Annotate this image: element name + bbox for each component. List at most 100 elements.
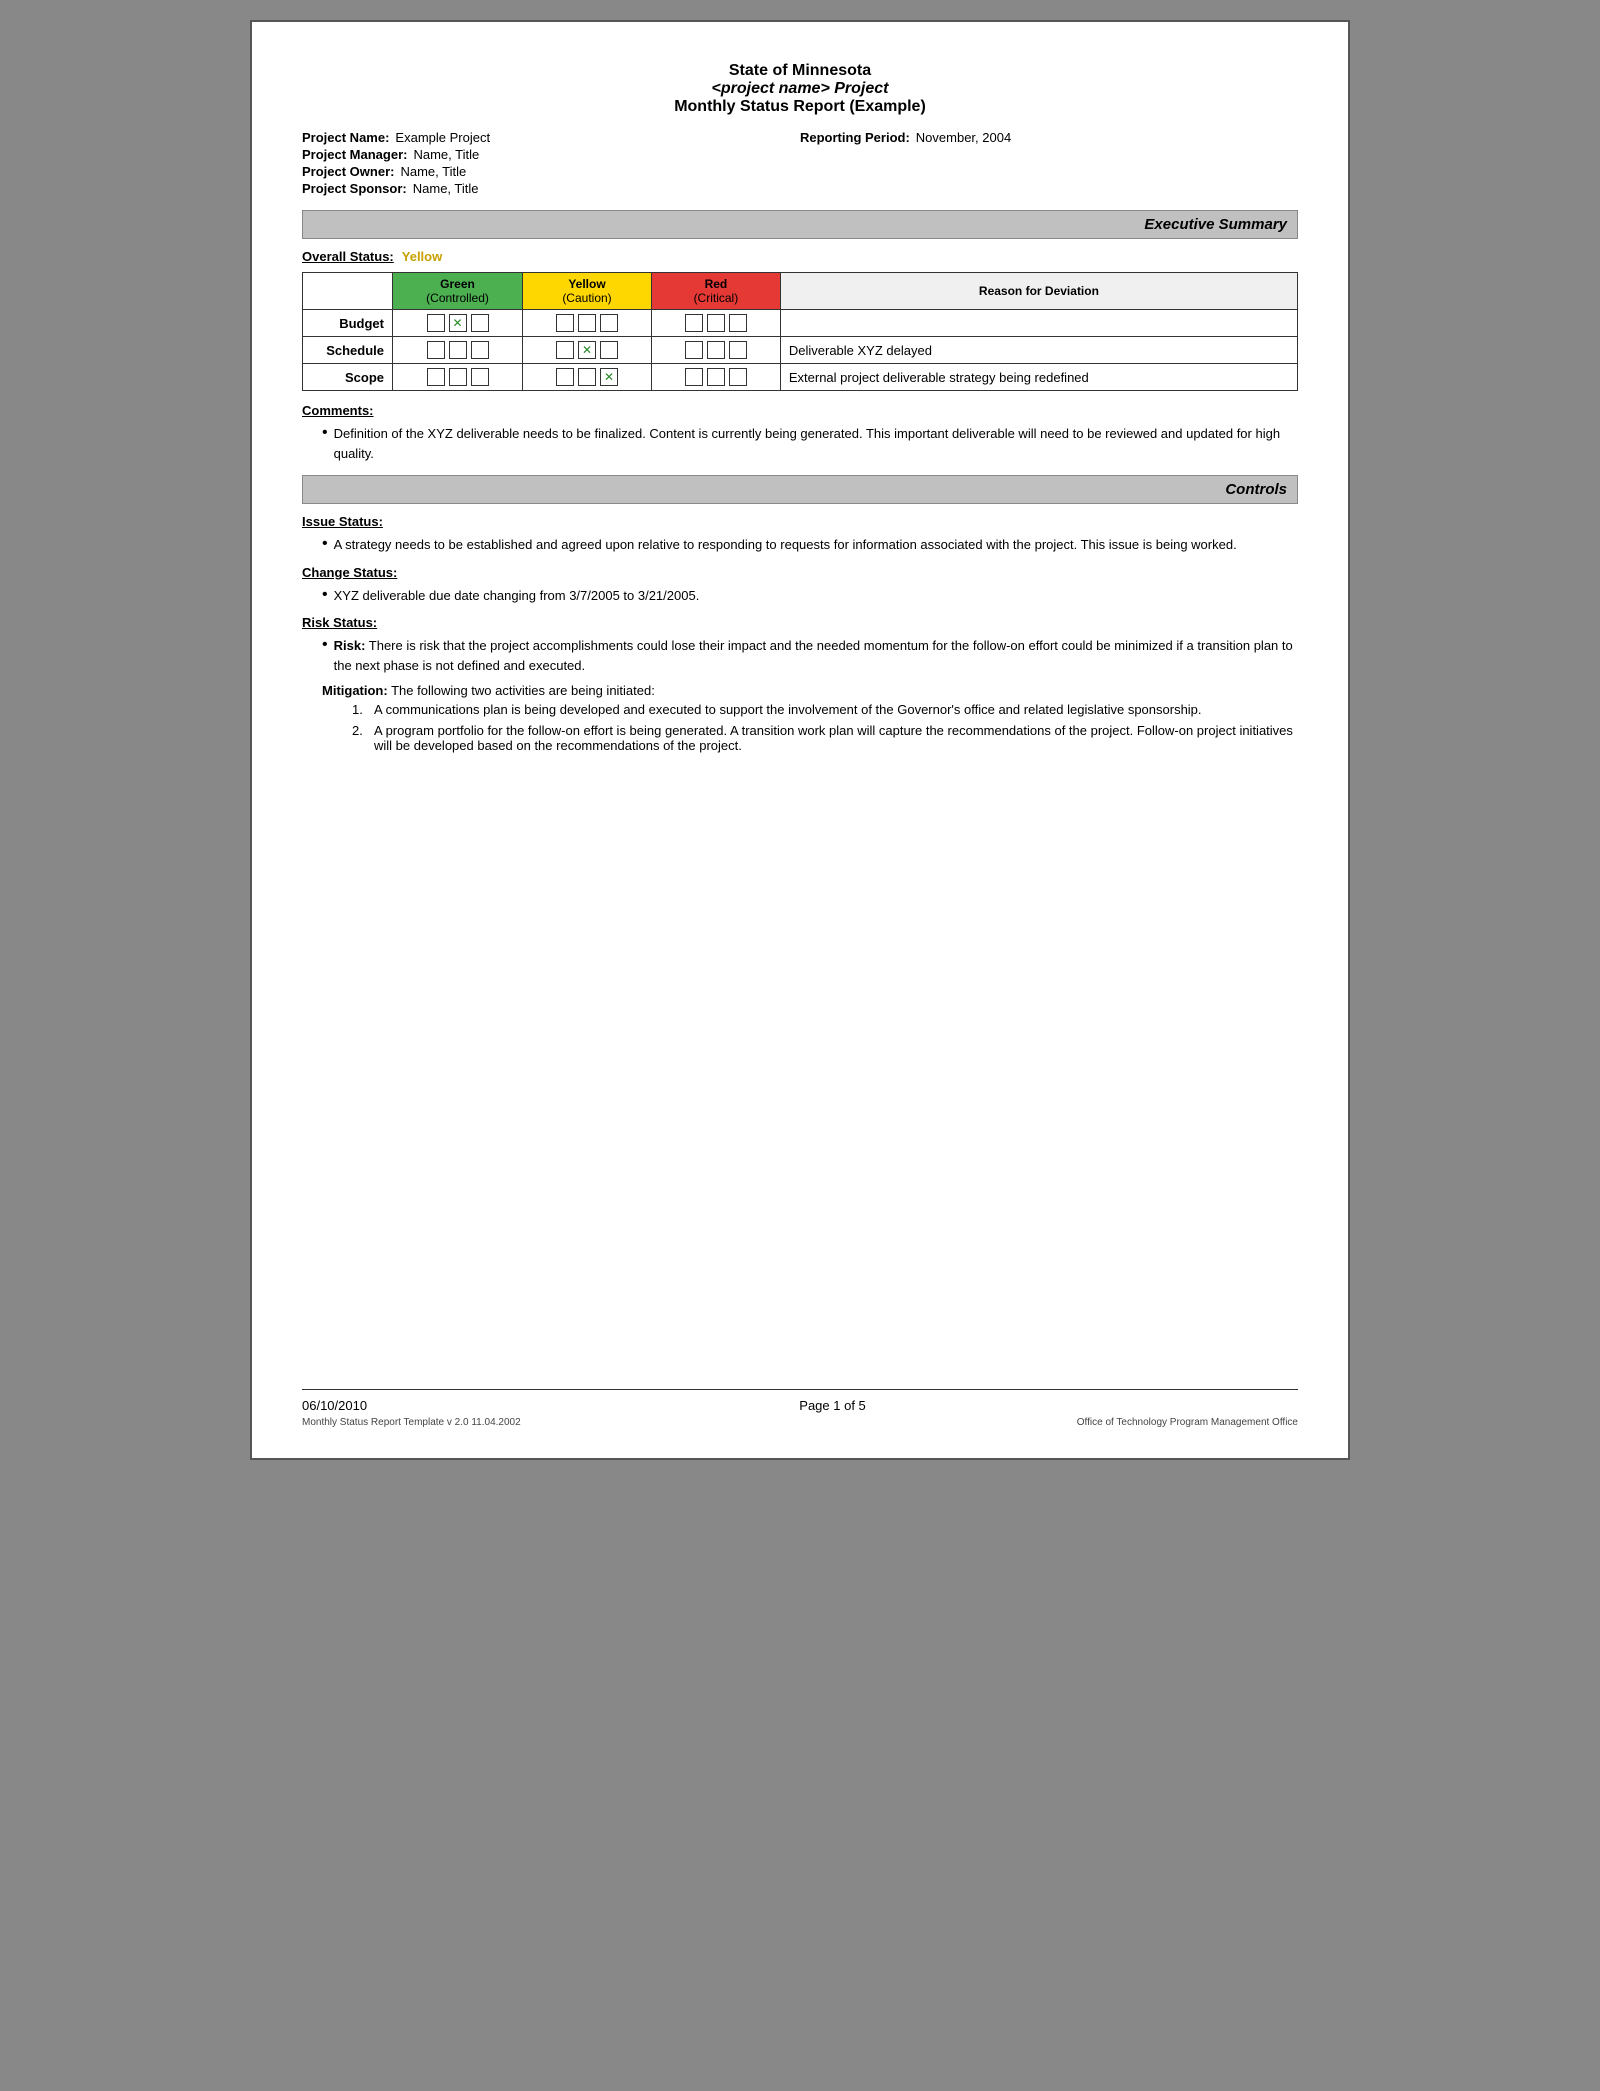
row-label-budget: Budget	[303, 310, 393, 337]
budget-reason	[780, 310, 1297, 337]
mitigation-text-2: A program portfolio for the follow-on ef…	[374, 723, 1298, 753]
budget-yellow-cells	[523, 310, 652, 337]
footer-main: 06/10/2010 Page 1 of 5	[302, 1398, 1298, 1413]
comments-section: Comments: • Definition of the XYZ delive…	[302, 403, 1298, 463]
scope-green-cells	[393, 364, 523, 391]
schedule-yellow-1	[556, 341, 574, 359]
schedule-red-3	[729, 341, 747, 359]
controls-section: Issue Status: • A strategy needs to be e…	[302, 514, 1298, 753]
project-name-label: Project Name:	[302, 130, 389, 145]
issue-bullet-1: •	[322, 534, 328, 555]
scope-green-3	[471, 368, 489, 386]
footer: 06/10/2010 Page 1 of 5 Monthly Status Re…	[302, 1389, 1298, 1428]
change-item-1: • XYZ deliverable due date changing from…	[322, 586, 1298, 606]
risk-list: • Risk: There is risk that the project a…	[322, 636, 1298, 675]
schedule-red-2	[707, 341, 725, 359]
meta-reporting-period: Reporting Period: November, 2004	[800, 130, 1298, 145]
issue-item-1: • A strategy needs to be established and…	[322, 535, 1298, 555]
meta-project-manager: Project Manager: Name, Title	[302, 147, 800, 162]
change-status-subsection: Change Status: • XYZ deliverable due dat…	[302, 565, 1298, 606]
project-manager-value: Name, Title	[413, 147, 479, 162]
project-manager-label: Project Manager:	[302, 147, 407, 162]
mitigation-intro: The following two activities are being i…	[388, 683, 655, 698]
mitigation-list: 1. A communications plan is being develo…	[352, 702, 1298, 753]
project-sponsor-value: Name, Title	[413, 181, 479, 196]
meta-section: Project Name: Example Project Reporting …	[302, 130, 1298, 196]
title-line3: Monthly Status Report (Example)	[302, 98, 1298, 116]
scope-yellow-3	[600, 368, 618, 386]
project-owner-label: Project Owner:	[302, 164, 394, 179]
footer-date: 06/10/2010	[302, 1398, 367, 1413]
executive-summary-label: Executive Summary	[1144, 216, 1287, 233]
scope-yellow-2	[578, 368, 596, 386]
scope-reason: External project deliverable strategy be…	[780, 364, 1297, 391]
risk-item-1: • Risk: There is risk that the project a…	[322, 636, 1298, 675]
document-page: State of Minnesota <project name> Projec…	[250, 20, 1350, 1460]
title-line1: State of Minnesota	[302, 62, 1298, 80]
budget-red-1	[685, 314, 703, 332]
schedule-green-3	[471, 341, 489, 359]
risk-status-label: Risk Status:	[302, 615, 377, 630]
schedule-yellow-cells	[523, 337, 652, 364]
row-label-scope: Scope	[303, 364, 393, 391]
risk-status-subsection: Risk Status: • Risk: There is risk that …	[302, 615, 1298, 753]
th-reason: Reason for Deviation	[780, 273, 1297, 310]
risk-text-content: There is risk that the project accomplis…	[334, 638, 1293, 673]
budget-yellow-2	[578, 314, 596, 332]
table-row-schedule: Schedule	[303, 337, 1298, 364]
change-bullet-1: •	[322, 585, 328, 606]
schedule-green-1	[427, 341, 445, 359]
comments-list: • Definition of the XYZ deliverable need…	[322, 424, 1298, 463]
budget-red-3	[729, 314, 747, 332]
scope-yellow-cells	[523, 364, 652, 391]
risk-text-1: Risk: There is risk that the project acc…	[334, 636, 1298, 675]
issue-text-1: A strategy needs to be established and a…	[334, 535, 1298, 555]
schedule-red-cells	[651, 337, 780, 364]
reporting-period-value: November, 2004	[916, 130, 1011, 145]
comments-label: Comments:	[302, 403, 374, 418]
budget-red-cells	[651, 310, 780, 337]
project-sponsor-label: Project Sponsor:	[302, 181, 407, 196]
mitigation-item-2: 2. A program portfolio for the follow-on…	[352, 723, 1298, 753]
executive-summary-bar: Executive Summary	[302, 210, 1298, 239]
scope-red-1	[685, 368, 703, 386]
project-owner-value: Name, Title	[400, 164, 466, 179]
budget-green-1	[427, 314, 445, 332]
comment-item-1: • Definition of the XYZ deliverable need…	[322, 424, 1298, 463]
overall-status-label: Overall Status:	[302, 249, 394, 264]
title-line2: <project name> Project	[302, 80, 1298, 98]
budget-green-cells	[393, 310, 523, 337]
mitigation-section: Mitigation: The following two activities…	[322, 683, 1298, 753]
scope-yellow-1	[556, 368, 574, 386]
document-title: State of Minnesota <project name> Projec…	[302, 62, 1298, 116]
budget-yellow-3	[600, 314, 618, 332]
reporting-period-label: Reporting Period:	[800, 130, 910, 145]
issue-list: • A strategy needs to be established and…	[322, 535, 1298, 555]
table-row-budget: Budget	[303, 310, 1298, 337]
status-table: Green(Controlled) Yellow(Caution) Red(Cr…	[302, 272, 1298, 391]
budget-green-3	[471, 314, 489, 332]
schedule-green-2	[449, 341, 467, 359]
mitigation-text-1: A communications plan is being developed…	[374, 702, 1202, 717]
change-status-label: Change Status:	[302, 565, 397, 580]
schedule-yellow-2	[578, 341, 596, 359]
meta-project-owner: Project Owner: Name, Title	[302, 164, 800, 179]
th-red: Red(Critical)	[651, 273, 780, 310]
project-name-value: Example Project	[395, 130, 490, 145]
footer-sub: Monthly Status Report Template v 2.0 11.…	[302, 1417, 1298, 1428]
schedule-red-1	[685, 341, 703, 359]
footer-page: Page 1 of 5	[799, 1398, 866, 1413]
budget-green-2	[449, 314, 467, 332]
meta-empty2	[800, 164, 1298, 179]
scope-red-cells	[651, 364, 780, 391]
th-empty	[303, 273, 393, 310]
meta-project-sponsor: Project Sponsor: Name, Title	[302, 181, 800, 196]
meta-project-name: Project Name: Example Project	[302, 130, 800, 145]
scope-green-1	[427, 368, 445, 386]
schedule-yellow-3	[600, 341, 618, 359]
schedule-reason: Deliverable XYZ delayed	[780, 337, 1297, 364]
row-label-schedule: Schedule	[303, 337, 393, 364]
issue-status-subsection: Issue Status: • A strategy needs to be e…	[302, 514, 1298, 555]
meta-empty	[800, 147, 1298, 162]
th-yellow: Yellow(Caution)	[523, 273, 652, 310]
